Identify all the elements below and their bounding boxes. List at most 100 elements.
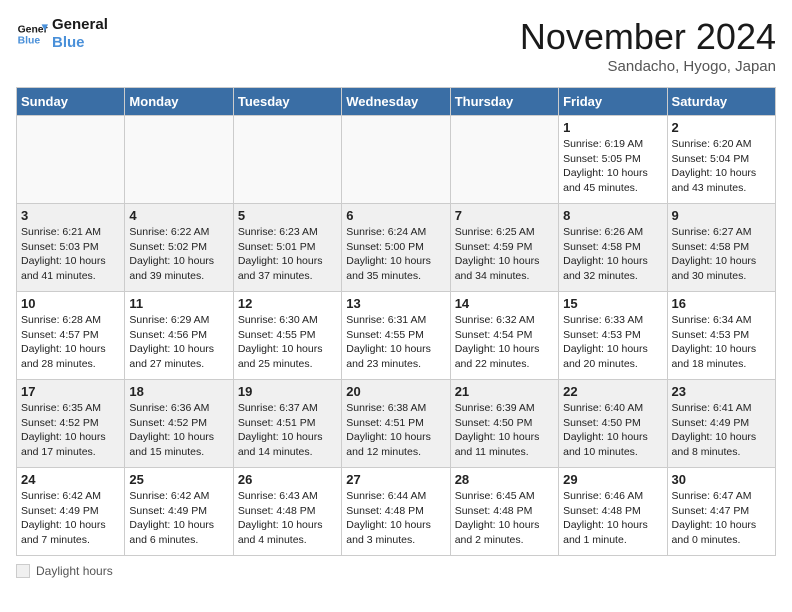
logo-icon: General Blue: [16, 18, 48, 50]
day-info: Sunrise: 6:25 AMSunset: 4:59 PMDaylight:…: [455, 225, 554, 284]
table-cell: 18Sunrise: 6:36 AMSunset: 4:52 PMDayligh…: [125, 380, 233, 468]
calendar-header-row: SundayMondayTuesdayWednesdayThursdayFrid…: [17, 88, 776, 116]
table-cell: 7 Sunrise: 6:25 AMSunset: 4:59 PMDaylight…: [450, 204, 558, 292]
table-cell: 5 Sunrise: 6:23 AMSunset: 5:01 PMDaylight…: [233, 204, 341, 292]
day-info: Sunrise: 6:35 AMSunset: 4:52 PMDaylight:…: [21, 401, 120, 460]
day-number: 21: [455, 384, 554, 399]
day-info: Sunrise: 6:38 AMSunset: 4:51 PMDaylight:…: [346, 401, 445, 460]
day-number: 30: [672, 472, 771, 487]
table-cell: 6 Sunrise: 6:24 AMSunset: 5:00 PMDaylight…: [342, 204, 450, 292]
header: General Blue General Blue November 2024 …: [16, 16, 776, 75]
day-number: 15: [563, 296, 662, 311]
day-info: Sunrise: 6:36 AMSunset: 4:52 PMDaylight:…: [129, 401, 228, 460]
day-number: 13: [346, 296, 445, 311]
table-cell: 8 Sunrise: 6:26 AMSunset: 4:58 PMDaylight…: [559, 204, 667, 292]
day-info: Sunrise: 6:30 AMSunset: 4:55 PMDaylight:…: [238, 313, 337, 372]
header-sunday: Sunday: [17, 88, 125, 116]
header-thursday: Thursday: [450, 88, 558, 116]
day-info: Sunrise: 6:22 AMSunset: 5:02 PMDaylight:…: [129, 225, 228, 284]
table-cell: 11 Sunrise: 6:29 AMSunset: 4:56 PMDayligh…: [125, 292, 233, 380]
table-cell: 25 Sunrise: 6:42 AMSunset: 4:49 PMDayligh…: [125, 468, 233, 556]
day-info: Sunrise: 6:39 AMSunset: 4:50 PMDaylight:…: [455, 401, 554, 460]
svg-text:Blue: Blue: [18, 36, 41, 47]
table-cell: 28 Sunrise: 6:45 AMSunset: 4:48 PMDayligh…: [450, 468, 558, 556]
day-info: Sunrise: 6:33 AMSunset: 4:53 PMDaylight:…: [563, 313, 662, 372]
table-cell: 22Sunrise: 6:40 AMSunset: 4:50 PMDayligh…: [559, 380, 667, 468]
day-info: Sunrise: 6:44 AMSunset: 4:48 PMDaylight:…: [346, 489, 445, 548]
day-number: 11: [129, 296, 228, 311]
day-number: 8: [563, 208, 662, 223]
day-number: 7: [455, 208, 554, 223]
header-wednesday: Wednesday: [342, 88, 450, 116]
header-saturday: Saturday: [667, 88, 775, 116]
footer-label: Daylight hours: [36, 564, 113, 578]
table-cell: 3Sunrise: 6:21 AMSunset: 5:03 PMDaylight…: [17, 204, 125, 292]
week-row-1: 1 Sunrise: 6:19 AMSunset: 5:05 PMDaylight…: [17, 116, 776, 204]
day-number: 25: [129, 472, 228, 487]
day-info: Sunrise: 6:27 AMSunset: 4:58 PMDaylight:…: [672, 225, 771, 284]
month-title: November 2024: [520, 16, 776, 58]
table-cell: 30 Sunrise: 6:47 AMSunset: 4:47 PMDayligh…: [667, 468, 775, 556]
week-row-5: 24 Sunrise: 6:42 AMSunset: 4:49 PMDayligh…: [17, 468, 776, 556]
day-number: 9: [672, 208, 771, 223]
week-row-3: 10Sunrise: 6:28 AMSunset: 4:57 PMDayligh…: [17, 292, 776, 380]
table-cell: 23 Sunrise: 6:41 AMSunset: 4:49 PMDayligh…: [667, 380, 775, 468]
table-cell: 1 Sunrise: 6:19 AMSunset: 5:05 PMDaylight…: [559, 116, 667, 204]
table-cell: 27 Sunrise: 6:44 AMSunset: 4:48 PMDayligh…: [342, 468, 450, 556]
day-info: Sunrise: 6:29 AMSunset: 4:56 PMDaylight:…: [129, 313, 228, 372]
table-cell: 9 Sunrise: 6:27 AMSunset: 4:58 PMDaylight…: [667, 204, 775, 292]
day-info: Sunrise: 6:42 AMSunset: 4:49 PMDaylight:…: [21, 489, 120, 548]
day-number: 27: [346, 472, 445, 487]
table-cell: [342, 116, 450, 204]
day-info: Sunrise: 6:41 AMSunset: 4:49 PMDaylight:…: [672, 401, 771, 460]
table-cell: 20 Sunrise: 6:38 AMSunset: 4:51 PMDayligh…: [342, 380, 450, 468]
day-info: Sunrise: 6:19 AMSunset: 5:05 PMDaylight:…: [563, 137, 662, 196]
table-cell: 12Sunrise: 6:30 AMSunset: 4:55 PMDayligh…: [233, 292, 341, 380]
day-info: Sunrise: 6:32 AMSunset: 4:54 PMDaylight:…: [455, 313, 554, 372]
day-info: Sunrise: 6:47 AMSunset: 4:47 PMDaylight:…: [672, 489, 771, 548]
location: Sandacho, Hyogo, Japan: [520, 58, 776, 75]
table-cell: 17Sunrise: 6:35 AMSunset: 4:52 PMDayligh…: [17, 380, 125, 468]
day-info: Sunrise: 6:21 AMSunset: 5:03 PMDaylight:…: [21, 225, 120, 284]
calendar-table: SundayMondayTuesdayWednesdayThursdayFrid…: [16, 87, 776, 556]
table-cell: 2 Sunrise: 6:20 AMSunset: 5:04 PMDaylight…: [667, 116, 775, 204]
day-number: 19: [238, 384, 337, 399]
table-cell: [17, 116, 125, 204]
day-number: 5: [238, 208, 337, 223]
header-monday: Monday: [125, 88, 233, 116]
table-cell: 16Sunrise: 6:34 AMSunset: 4:53 PMDayligh…: [667, 292, 775, 380]
day-info: Sunrise: 6:26 AMSunset: 4:58 PMDaylight:…: [563, 225, 662, 284]
table-cell: 19Sunrise: 6:37 AMSunset: 4:51 PMDayligh…: [233, 380, 341, 468]
title-area: November 2024 Sandacho, Hyogo, Japan: [520, 16, 776, 75]
logo: General Blue General Blue: [16, 16, 108, 52]
day-info: Sunrise: 6:23 AMSunset: 5:01 PMDaylight:…: [238, 225, 337, 284]
day-info: Sunrise: 6:45 AMSunset: 4:48 PMDaylight:…: [455, 489, 554, 548]
week-row-2: 3Sunrise: 6:21 AMSunset: 5:03 PMDaylight…: [17, 204, 776, 292]
day-number: 26: [238, 472, 337, 487]
table-cell: [125, 116, 233, 204]
day-number: 4: [129, 208, 228, 223]
day-number: 20: [346, 384, 445, 399]
day-info: Sunrise: 6:20 AMSunset: 5:04 PMDaylight:…: [672, 137, 771, 196]
table-cell: 29Sunrise: 6:46 AMSunset: 4:48 PMDayligh…: [559, 468, 667, 556]
day-number: 2: [672, 120, 771, 135]
table-cell: [450, 116, 558, 204]
table-cell: 4 Sunrise: 6:22 AMSunset: 5:02 PMDaylight…: [125, 204, 233, 292]
day-info: Sunrise: 6:28 AMSunset: 4:57 PMDaylight:…: [21, 313, 120, 372]
footer-note: Daylight hours: [16, 564, 776, 578]
day-number: 28: [455, 472, 554, 487]
day-info: Sunrise: 6:24 AMSunset: 5:00 PMDaylight:…: [346, 225, 445, 284]
day-number: 1: [563, 120, 662, 135]
day-number: 23: [672, 384, 771, 399]
day-info: Sunrise: 6:43 AMSunset: 4:48 PMDaylight:…: [238, 489, 337, 548]
table-cell: 21 Sunrise: 6:39 AMSunset: 4:50 PMDayligh…: [450, 380, 558, 468]
table-cell: 10Sunrise: 6:28 AMSunset: 4:57 PMDayligh…: [17, 292, 125, 380]
header-tuesday: Tuesday: [233, 88, 341, 116]
day-info: Sunrise: 6:46 AMSunset: 4:48 PMDaylight:…: [563, 489, 662, 548]
day-number: 6: [346, 208, 445, 223]
day-number: 16: [672, 296, 771, 311]
day-info: Sunrise: 6:42 AMSunset: 4:49 PMDaylight:…: [129, 489, 228, 548]
day-number: 24: [21, 472, 120, 487]
table-cell: 26 Sunrise: 6:43 AMSunset: 4:48 PMDayligh…: [233, 468, 341, 556]
week-row-4: 17Sunrise: 6:35 AMSunset: 4:52 PMDayligh…: [17, 380, 776, 468]
